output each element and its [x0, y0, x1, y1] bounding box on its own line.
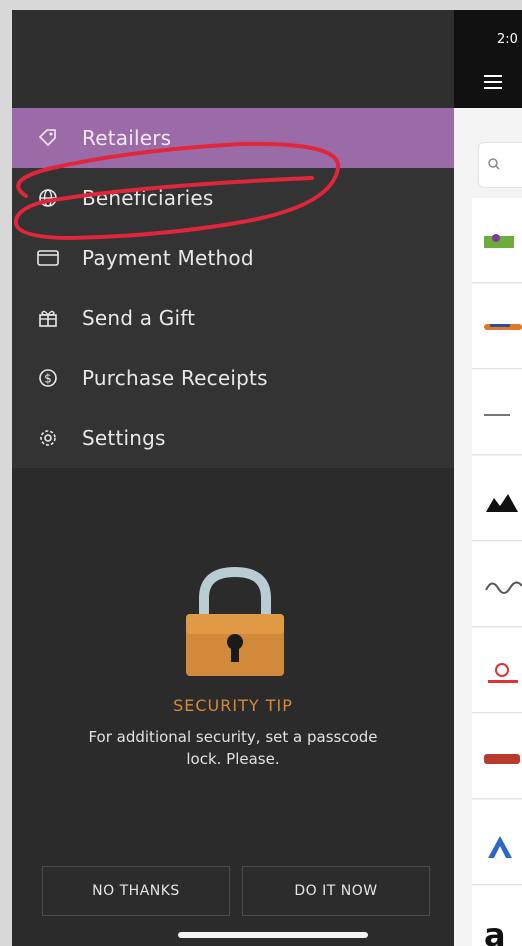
- menu-item-label: Send a Gift: [82, 306, 196, 330]
- search-icon: [488, 158, 500, 170]
- retailer-logo-tile[interactable]: [472, 714, 522, 799]
- menu-item-send-a-gift[interactable]: Send a Gift: [12, 288, 454, 349]
- menu-item-beneficiaries[interactable]: Beneficiaries: [12, 168, 454, 229]
- security-tip-text: For additional security, set a passcode …: [88, 728, 378, 768]
- security-tip-title: SECURITY TIP: [173, 696, 293, 715]
- svg-text:$: $: [44, 372, 52, 386]
- retailer-logo-tile[interactable]: [472, 628, 522, 713]
- retailer-logo-icon: a: [484, 920, 506, 946]
- card-icon: [36, 246, 60, 270]
- retailer-logo-icon: [488, 663, 518, 683]
- retailer-logo-tile[interactable]: [472, 456, 522, 541]
- status-time: 2:0: [497, 32, 518, 47]
- search-input[interactable]: [478, 142, 522, 188]
- menu-item-label: Beneficiaries: [82, 186, 214, 210]
- retailer-logo-tile[interactable]: [472, 542, 522, 627]
- drawer-header: [12, 10, 454, 108]
- side-drawer: Retailers Beneficiaries Payment Method S…: [12, 10, 454, 946]
- do-it-now-button[interactable]: DO IT NOW: [242, 866, 430, 916]
- dollar-circle-icon: $: [36, 366, 60, 390]
- retailer-logo-tile[interactable]: [472, 370, 522, 455]
- retailer-logo-tile[interactable]: [472, 284, 522, 369]
- globe-icon: [36, 186, 60, 210]
- menu-item-settings[interactable]: Settings: [12, 408, 454, 469]
- gift-icon: [36, 306, 60, 330]
- retailer-logo-icon: [488, 836, 512, 858]
- retailer-logo-icon: [486, 494, 518, 512]
- retailer-logo-tile[interactable]: [472, 198, 522, 283]
- menu-item-retailers[interactable]: Retailers: [12, 108, 454, 169]
- tag-icon: [36, 126, 60, 150]
- no-thanks-button[interactable]: NO THANKS: [42, 866, 230, 916]
- gear-icon: [36, 426, 60, 450]
- hamburger-menu-icon[interactable]: [484, 74, 504, 90]
- menu-item-label: Purchase Receipts: [82, 366, 268, 390]
- phone-screen: 2:0 a Retailers Beneficiaries Payment Me…: [12, 10, 522, 946]
- menu-item-label: Payment Method: [82, 246, 254, 270]
- retailer-logo-icon: [485, 581, 522, 594]
- svg-text:a: a: [484, 920, 506, 946]
- padlock-icon: [186, 566, 284, 676]
- menu-item-payment-method[interactable]: Payment Method: [12, 228, 454, 289]
- retailer-logo-icon: [484, 234, 514, 248]
- menu-item-label: Retailers: [82, 126, 172, 150]
- menu-item-purchase-receipts[interactable]: $ Purchase Receipts: [12, 348, 454, 409]
- retailer-logo-tile[interactable]: a: [472, 886, 522, 946]
- menu-item-label: Settings: [82, 426, 166, 450]
- app-header: [454, 10, 522, 108]
- retailer-logo-tile[interactable]: [472, 800, 522, 885]
- retailer-logo-icon: [484, 414, 510, 416]
- retailer-logo-icon: [484, 324, 522, 330]
- home-indicator: [178, 932, 368, 938]
- retailer-logo-icon: [484, 754, 520, 764]
